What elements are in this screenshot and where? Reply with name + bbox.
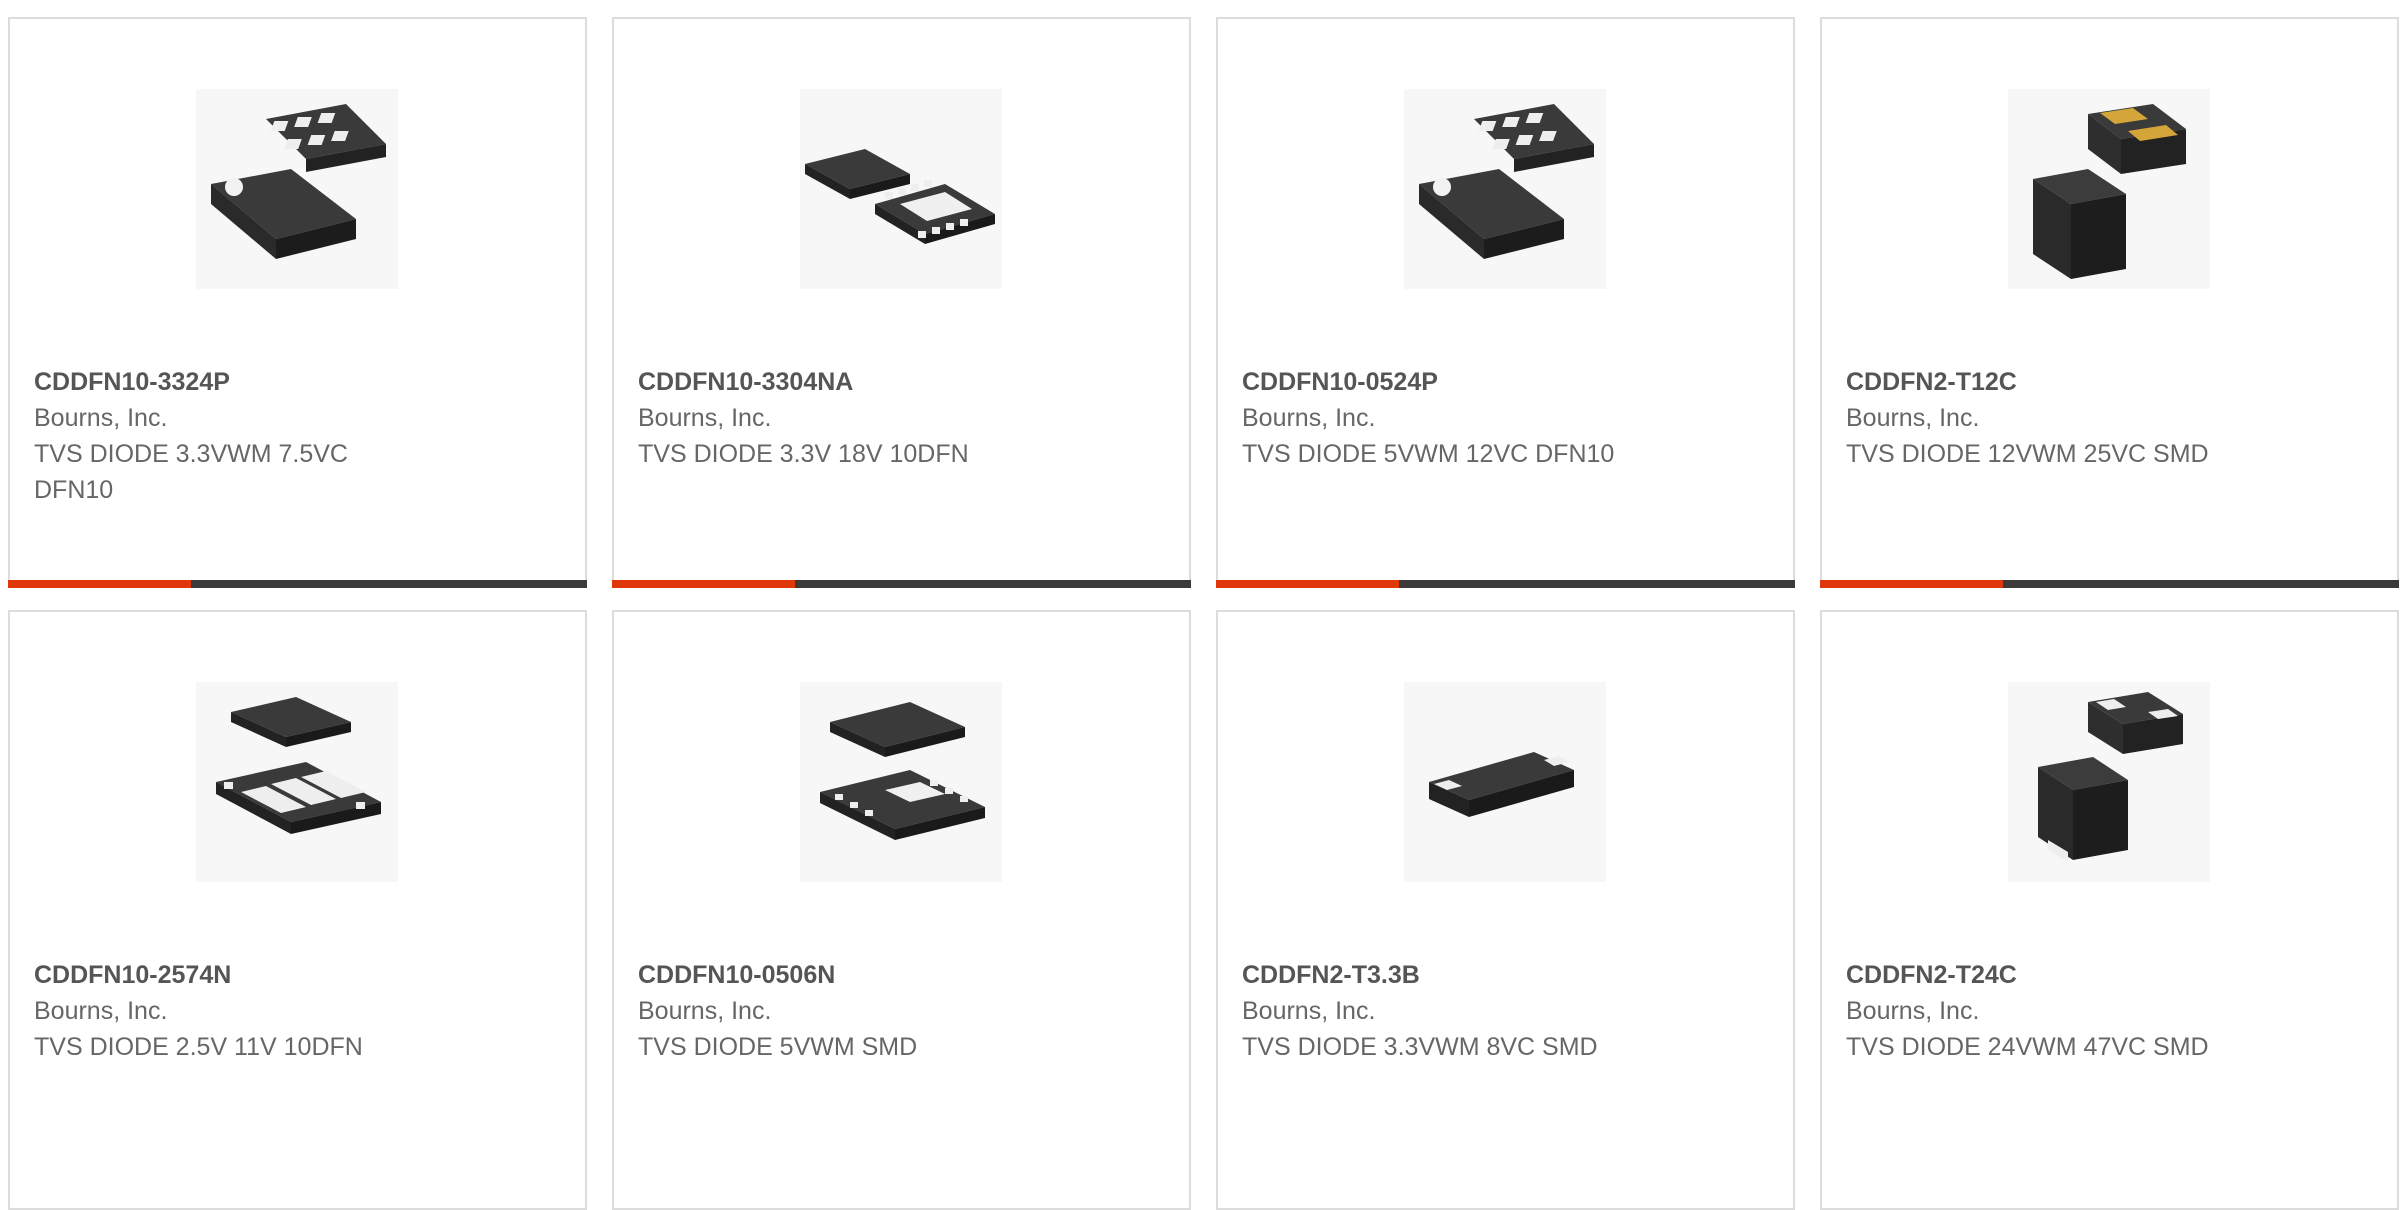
description: TVS DIODE 3.3VWM 7.5VC DFN10 [34, 440, 348, 504]
dfn10-package-image-icon [800, 89, 1002, 289]
product-info: CDDFN2-T3.3B Bourns, Inc. TVS DIODE 3.3V… [1242, 957, 1769, 1065]
part-number[interactable]: CDDFN10-3324P [34, 364, 561, 400]
product-card[interactable]: CDDFN10-0524P Bourns, Inc. TVS DIODE 5VW… [1216, 17, 1795, 588]
card-bottom-bar [8, 580, 587, 588]
product-info: CDDFN10-3324P Bourns, Inc. TVS DIODE 3.3… [34, 364, 561, 508]
manufacturer: Bourns, Inc. [1242, 404, 1376, 432]
part-number[interactable]: CDDFN10-0506N [638, 957, 1165, 993]
manufacturer: Bourns, Inc. [34, 404, 168, 432]
card-bottom-bar [1820, 580, 2399, 588]
dfn10-package-image-icon [196, 682, 398, 882]
dfn2-package-image-icon [1404, 682, 1606, 882]
part-number[interactable]: CDDFN2-T3.3B [1242, 957, 1769, 993]
description: TVS DIODE 2.5V 11V 10DFN [34, 1033, 363, 1061]
description: TVS DIODE 3.3V 18V 10DFN [638, 440, 969, 468]
manufacturer: Bourns, Inc. [1846, 997, 1980, 1025]
part-number[interactable]: CDDFN10-3304NA [638, 364, 1165, 400]
card-accent-bar [612, 580, 795, 588]
product-info: CDDFN10-0524P Bourns, Inc. TVS DIODE 5VW… [1242, 364, 1769, 472]
description: TVS DIODE 5VWM 12VC DFN10 [1242, 440, 1615, 468]
card-accent-bar [8, 580, 191, 588]
dfn2-package-image-icon [2008, 89, 2210, 289]
description: TVS DIODE 5VWM SMD [638, 1033, 918, 1061]
dfn2-package-image-icon [2008, 682, 2210, 882]
product-card[interactable]: CDDFN2-T3.3B Bourns, Inc. TVS DIODE 3.3V… [1216, 610, 1795, 1210]
product-card[interactable]: CDDFN10-3324P Bourns, Inc. TVS DIODE 3.3… [8, 17, 587, 588]
part-number[interactable]: CDDFN2-T24C [1846, 957, 2373, 993]
manufacturer: Bourns, Inc. [34, 997, 168, 1025]
card-bottom-bar [612, 580, 1191, 588]
description: TVS DIODE 3.3VWM 8VC SMD [1242, 1033, 1598, 1061]
product-info: CDDFN10-2574N Bourns, Inc. TVS DIODE 2.5… [34, 957, 561, 1065]
card-accent-bar [1820, 580, 2003, 588]
manufacturer: Bourns, Inc. [638, 404, 772, 432]
part-number[interactable]: CDDFN2-T12C [1846, 364, 2373, 400]
manufacturer: Bourns, Inc. [638, 997, 772, 1025]
card-accent-bar [1216, 580, 1399, 588]
product-card[interactable]: CDDFN10-0506N Bourns, Inc. TVS DIODE 5VW… [612, 610, 1191, 1210]
product-card[interactable]: CDDFN2-T12C Bourns, Inc. TVS DIODE 12VWM… [1820, 17, 2399, 588]
manufacturer: Bourns, Inc. [1242, 997, 1376, 1025]
product-info: CDDFN10-3304NA Bourns, Inc. TVS DIODE 3.… [638, 364, 1165, 472]
part-number[interactable]: CDDFN10-2574N [34, 957, 561, 993]
product-grid: CDDFN10-3324P Bourns, Inc. TVS DIODE 3.3… [8, 17, 2399, 1210]
product-card[interactable]: CDDFN10-3304NA Bourns, Inc. TVS DIODE 3.… [612, 17, 1191, 588]
part-number[interactable]: CDDFN10-0524P [1242, 364, 1769, 400]
dfn10-package-image-icon [196, 89, 398, 289]
product-card[interactable]: CDDFN2-T24C Bourns, Inc. TVS DIODE 24VWM… [1820, 610, 2399, 1210]
product-info: CDDFN10-0506N Bourns, Inc. TVS DIODE 5VW… [638, 957, 1165, 1065]
description: TVS DIODE 24VWM 47VC SMD [1846, 1033, 2209, 1061]
card-bottom-bar [1216, 580, 1795, 588]
product-info: CDDFN2-T24C Bourns, Inc. TVS DIODE 24VWM… [1846, 957, 2373, 1065]
manufacturer: Bourns, Inc. [1846, 404, 1980, 432]
product-card[interactable]: CDDFN10-2574N Bourns, Inc. TVS DIODE 2.5… [8, 610, 587, 1210]
dfn10-package-image-icon [800, 682, 1002, 882]
description: TVS DIODE 12VWM 25VC SMD [1846, 440, 2209, 468]
product-info: CDDFN2-T12C Bourns, Inc. TVS DIODE 12VWM… [1846, 364, 2373, 472]
dfn10-package-image-icon [1404, 89, 1606, 289]
